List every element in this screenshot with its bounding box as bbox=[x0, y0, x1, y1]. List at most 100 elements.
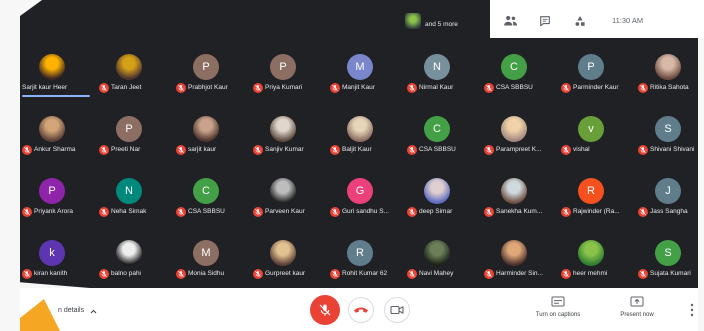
mic-off-icon bbox=[22, 207, 32, 217]
mic-off-icon bbox=[407, 269, 417, 279]
participant-name: Prabhjot Kaur bbox=[188, 84, 228, 91]
participant-avatar: J bbox=[655, 178, 681, 204]
participant-photo bbox=[116, 240, 142, 266]
mic-off-icon bbox=[99, 269, 109, 279]
participant-tile[interactable]: Gurpreet kaur bbox=[245, 232, 322, 288]
participant-name: kiran kanith bbox=[34, 270, 68, 277]
participant-name: Harminder Sin... bbox=[496, 270, 543, 277]
participant-tile[interactable]: G Guri sandhu S... bbox=[322, 170, 399, 232]
participant-tile[interactable]: Ritika Sahota bbox=[630, 46, 698, 108]
participant-name: CSA SBBSU bbox=[188, 208, 225, 215]
mic-off-icon bbox=[176, 145, 186, 155]
camera-toggle-button[interactable] bbox=[384, 297, 410, 323]
participant-tile[interactable]: P Priya Kumari bbox=[245, 46, 322, 108]
participant-tile[interactable]: sarjit kaur bbox=[168, 108, 245, 170]
participant-tile[interactable]: C CSA SBBSU bbox=[476, 46, 553, 108]
participant-photo bbox=[501, 240, 527, 266]
captions-button[interactable]: Turn on captions bbox=[523, 294, 593, 326]
participant-avatar: M bbox=[193, 240, 219, 266]
participant-name: Baljit Kaur bbox=[342, 146, 372, 153]
participant-avatar: S bbox=[655, 240, 681, 266]
participant-tile[interactable]: C CSA SBBSU bbox=[399, 108, 476, 170]
mic-off-icon bbox=[22, 145, 32, 155]
participant-photo bbox=[501, 178, 527, 204]
participant-tile[interactable]: deep Simar bbox=[399, 170, 476, 232]
participant-tile[interactable]: Parveen Kaur bbox=[245, 170, 322, 232]
activities-icon[interactable] bbox=[574, 15, 586, 27]
active-speakers-chip[interactable]: and 5 more bbox=[403, 10, 491, 34]
participant-tile[interactable]: Harminder Sin... bbox=[476, 232, 553, 288]
participant-tile[interactable]: S Shivani Shivani bbox=[630, 108, 698, 170]
participant-avatar: P bbox=[578, 54, 604, 80]
participant-tile[interactable]: Baljit Kaur bbox=[322, 108, 399, 170]
captions-icon bbox=[551, 296, 565, 307]
participant-photo bbox=[39, 54, 65, 80]
meeting-stage: and 5 more Sarjit kaur Heer Taran Jeet P Pr… bbox=[20, 0, 698, 288]
participant-avatar: C bbox=[193, 178, 219, 204]
participant-tile[interactable]: Parampreet K... bbox=[476, 108, 553, 170]
participant-tile[interactable]: Sanjiv Kumar bbox=[245, 108, 322, 170]
participant-name: Shivani Shivani bbox=[650, 146, 695, 153]
frame-orange-shape bbox=[20, 299, 60, 331]
participant-name: vishal bbox=[573, 146, 590, 153]
mic-off-icon bbox=[176, 207, 186, 217]
participant-tile[interactable]: Navi Mahey bbox=[399, 232, 476, 288]
participant-name: Rohit Kumar 62 bbox=[342, 270, 388, 277]
participant-tile[interactable]: M Monia Sidhu bbox=[168, 232, 245, 288]
participant-tile[interactable]: heer mehmi bbox=[553, 232, 630, 288]
participant-photo bbox=[116, 54, 142, 80]
participant-tile[interactable]: P Parminder Kaur bbox=[553, 46, 630, 108]
participant-name: Taran Jeet bbox=[111, 84, 142, 91]
present-now-button[interactable]: Present now bbox=[602, 294, 672, 326]
speakers-summary: and 5 more bbox=[425, 21, 458, 28]
participant-tile[interactable]: P Preeti Nar bbox=[91, 108, 168, 170]
participant-avatar: G bbox=[347, 178, 373, 204]
participant-avatar: N bbox=[116, 178, 142, 204]
participant-name: Nirmal Kaur bbox=[419, 84, 454, 91]
top-bar: 11:30 AM bbox=[490, 0, 704, 38]
mic-off-icon bbox=[22, 269, 32, 279]
participant-tile[interactable]: Sanekha Kum... bbox=[476, 170, 553, 232]
chat-icon[interactable] bbox=[539, 15, 551, 27]
participant-name: Gurpreet kaur bbox=[265, 270, 306, 277]
participant-avatar: C bbox=[424, 116, 450, 142]
mic-toggle-button[interactable] bbox=[310, 295, 340, 325]
participant-name: Rajwinder (Ra... bbox=[573, 208, 620, 215]
more-options-button[interactable] bbox=[688, 303, 696, 317]
participant-tile[interactable]: C CSA SBBSU bbox=[168, 170, 245, 232]
participant-avatar: P bbox=[193, 54, 219, 80]
participant-tile[interactable]: N Nirmal Kaur bbox=[399, 46, 476, 108]
mic-off-icon bbox=[484, 145, 494, 155]
participant-tile[interactable]: Ankur Sharma bbox=[20, 108, 91, 170]
participant-avatar: R bbox=[578, 178, 604, 204]
participant-tile[interactable]: balno pahi bbox=[91, 232, 168, 288]
participant-tile[interactable]: N Neha Simak bbox=[91, 170, 168, 232]
participant-tile[interactable]: Sarjit kaur Heer bbox=[20, 46, 91, 108]
participant-name: Parveen Kaur bbox=[265, 208, 305, 215]
end-call-button[interactable] bbox=[348, 297, 374, 323]
participant-photo bbox=[193, 116, 219, 142]
participant-tile[interactable]: P Prabhjot Kaur bbox=[168, 46, 245, 108]
participant-avatar: S bbox=[655, 116, 681, 142]
participant-name: Manjit Kaur bbox=[342, 84, 375, 91]
mic-off-icon bbox=[330, 145, 340, 155]
people-icon[interactable] bbox=[503, 15, 518, 26]
participant-photo bbox=[270, 178, 296, 204]
participant-tile[interactable]: P Priyank Arora bbox=[20, 170, 91, 232]
mic-off-icon bbox=[330, 207, 340, 217]
participant-tile[interactable]: R Rajwinder (Ra... bbox=[553, 170, 630, 232]
participant-tile[interactable]: J Jass Sangha bbox=[630, 170, 698, 232]
participant-tile[interactable]: S Sujata Kumari bbox=[630, 232, 698, 288]
participant-tile[interactable]: M Manjit Kaur bbox=[322, 46, 399, 108]
participant-name: Ritika Sahota bbox=[650, 84, 689, 91]
participant-photo bbox=[424, 178, 450, 204]
participant-tile[interactable]: k kiran kanith bbox=[20, 232, 91, 288]
participant-tile[interactable]: R Rohit Kumar 62 bbox=[322, 232, 399, 288]
participant-name: heer mehmi bbox=[573, 270, 608, 277]
participant-tile[interactable]: v vishal bbox=[553, 108, 630, 170]
mic-off-icon bbox=[484, 207, 494, 217]
participant-tile[interactable]: Taran Jeet bbox=[91, 46, 168, 108]
frame-corner bbox=[20, 0, 42, 16]
participant-name: Preeti Nar bbox=[111, 146, 141, 153]
mic-off-icon bbox=[638, 145, 648, 155]
